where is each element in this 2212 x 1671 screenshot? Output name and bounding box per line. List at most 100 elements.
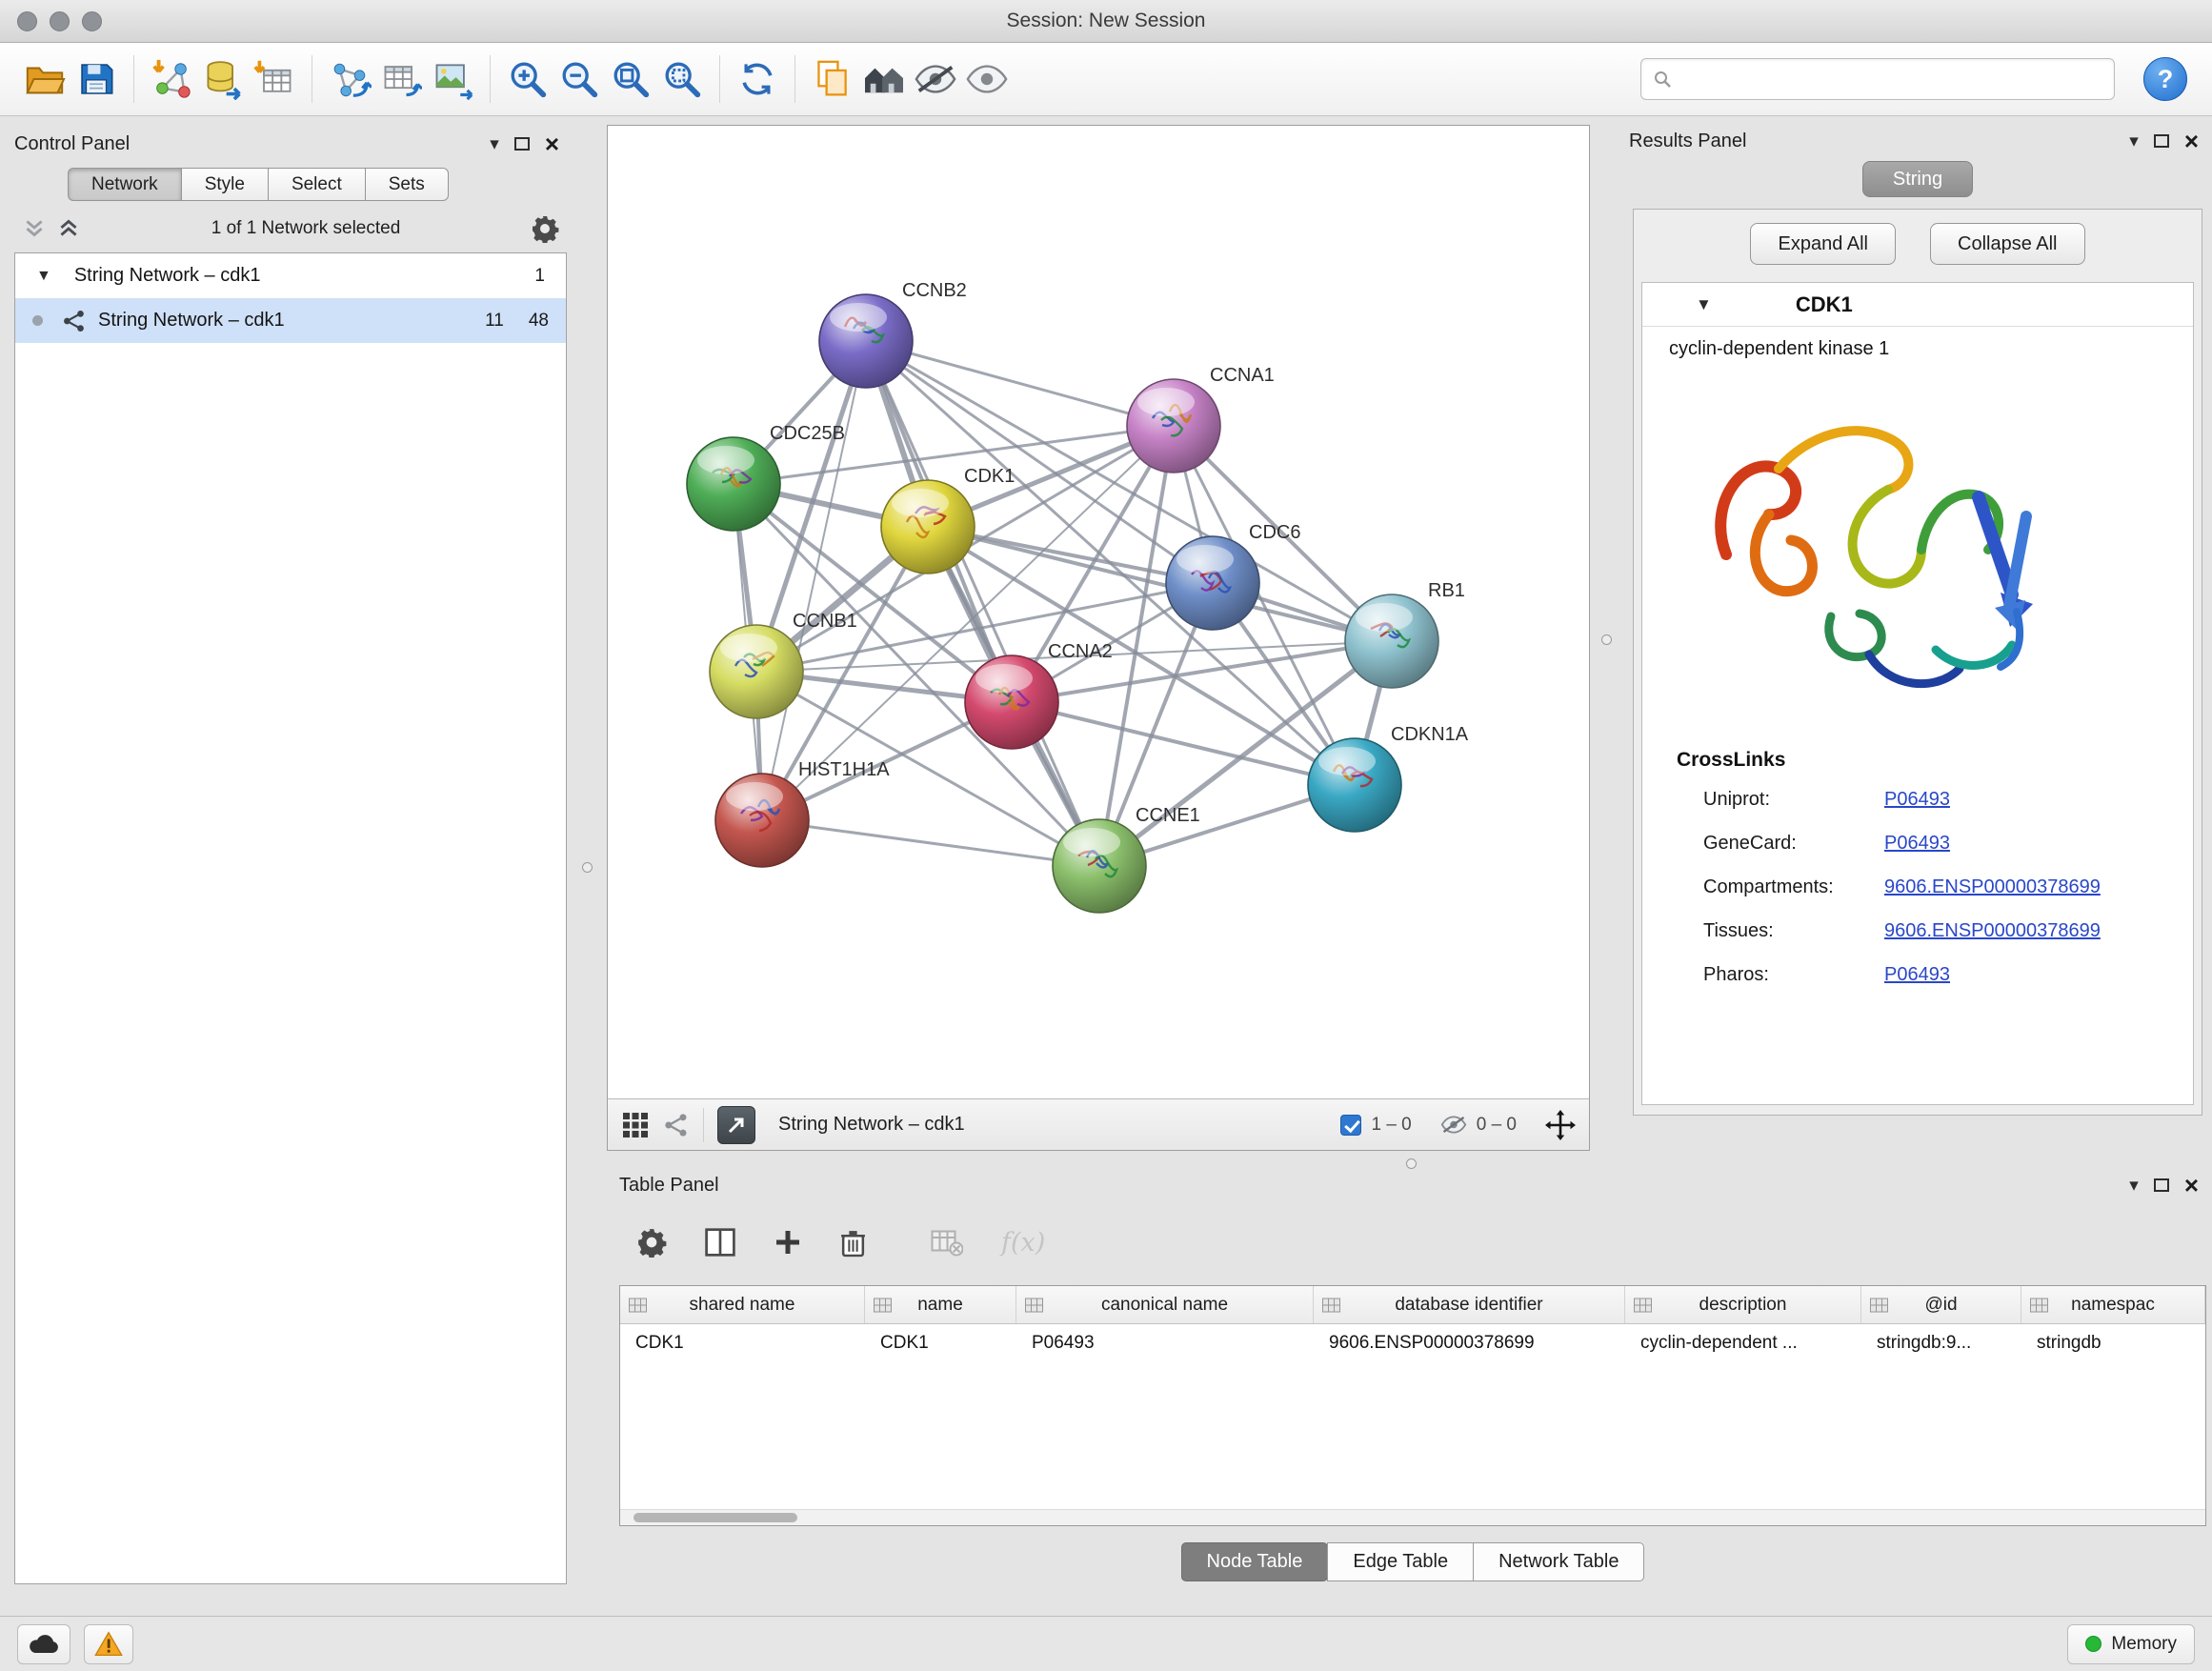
results-tab-string[interactable]: String xyxy=(1862,161,1973,197)
table-cell[interactable]: stringdb xyxy=(2021,1324,2205,1362)
collapse-all-button[interactable]: Collapse All xyxy=(1930,223,2085,265)
warnings-button[interactable] xyxy=(84,1624,133,1664)
selected-checkbox-icon[interactable] xyxy=(1340,1115,1361,1136)
tab-network[interactable]: Network xyxy=(68,168,182,201)
crosslink-link[interactable]: P06493 xyxy=(1884,789,1950,811)
column-header-description[interactable]: description xyxy=(1625,1286,1861,1323)
table-cell[interactable]: 9606.ENSP00000378699 xyxy=(1314,1324,1625,1362)
network-node-CDK1[interactable]: CDK1 xyxy=(881,466,1015,574)
export-table-button[interactable] xyxy=(375,52,427,106)
fit-content-button[interactable] xyxy=(1545,1110,1576,1140)
column-header-name[interactable]: name xyxy=(865,1286,1016,1323)
table-cell[interactable]: CDK1 xyxy=(620,1324,865,1362)
column-header--id[interactable]: @id xyxy=(1861,1286,2021,1323)
save-session-button[interactable] xyxy=(70,52,122,106)
crosslink-row: Uniprot:P06493 xyxy=(1642,777,2193,821)
network-options-button[interactable] xyxy=(531,214,559,243)
panel-menu-icon[interactable]: ▾ xyxy=(2129,1175,2139,1197)
import-network-file-button[interactable] xyxy=(146,52,197,106)
open-in-browser-button[interactable] xyxy=(717,1106,755,1144)
section-collapse-icon[interactable]: ▼ xyxy=(1696,295,1712,314)
table-cell[interactable]: P06493 xyxy=(1016,1324,1314,1362)
network-node-RB1[interactable]: RB1 xyxy=(1345,580,1465,688)
zoom-in-button[interactable] xyxy=(502,52,553,106)
close-panel-icon[interactable]: × xyxy=(2184,131,2199,151)
zoom-window-button[interactable] xyxy=(82,11,102,31)
help-button[interactable]: ? xyxy=(2143,57,2187,101)
table-row[interactable]: CDK1CDK1P064939606.ENSP00000378699cyclin… xyxy=(620,1324,2205,1362)
network-edge[interactable] xyxy=(762,820,1099,866)
memory-button[interactable]: Memory xyxy=(2067,1624,2195,1664)
column-header-shared-name[interactable]: shared name xyxy=(620,1286,865,1323)
tab-network-table[interactable]: Network Table xyxy=(1473,1542,1644,1581)
crosslink-link[interactable]: 9606.ENSP00000378699 xyxy=(1884,920,2101,942)
network-graph[interactable]: CCNB2CCNA1CDC25BCDK1CDC6RB1CCNB1CCNA2CDK… xyxy=(608,126,1589,1097)
table-cell[interactable]: stringdb:9... xyxy=(1861,1324,2021,1362)
table-cell[interactable]: CDK1 xyxy=(865,1324,1016,1362)
delete-column-button[interactable] xyxy=(840,1228,866,1258)
zoom-selected-button[interactable] xyxy=(656,52,708,106)
panel-menu-icon[interactable]: ▾ xyxy=(2129,131,2139,152)
crosslink-link[interactable]: 9606.ENSP00000378699 xyxy=(1884,876,2101,898)
close-panel-icon[interactable]: × xyxy=(2184,1176,2199,1195)
open-session-button[interactable] xyxy=(19,52,70,106)
refresh-button[interactable] xyxy=(732,52,783,106)
column-header-namespac[interactable]: namespac xyxy=(2021,1286,2205,1323)
network-edge[interactable] xyxy=(866,341,1099,866)
collapse-all-networks-button[interactable] xyxy=(22,218,47,239)
network-node-CCNB2[interactable]: CCNB2 xyxy=(819,280,967,388)
home-button[interactable] xyxy=(858,52,910,106)
copy-button[interactable] xyxy=(807,52,858,106)
tab-sets[interactable]: Sets xyxy=(365,168,449,201)
tree-expand-icon[interactable]: ▼ xyxy=(36,268,51,285)
import-network-database-button[interactable] xyxy=(197,52,249,106)
scrollbar-thumb[interactable] xyxy=(633,1513,797,1522)
splitter-handle[interactable] xyxy=(1406,1158,1417,1169)
panel-menu-icon[interactable]: ▾ xyxy=(490,133,499,155)
birds-eye-view-button[interactable] xyxy=(621,1111,650,1139)
column-header-database-identifier[interactable]: database identifier xyxy=(1314,1286,1625,1323)
float-panel-icon[interactable] xyxy=(2154,1178,2169,1192)
crosslink-link[interactable]: P06493 xyxy=(1884,964,1950,986)
zoom-fit-button[interactable] xyxy=(605,52,656,106)
horizontal-scrollbar[interactable] xyxy=(620,1509,2205,1525)
column-header-canonical-name[interactable]: canonical name xyxy=(1016,1286,1314,1323)
search-box[interactable] xyxy=(1640,58,2115,100)
tab-select[interactable]: Select xyxy=(268,168,366,201)
tab-node-table[interactable]: Node Table xyxy=(1181,1542,1329,1581)
float-panel-icon[interactable] xyxy=(2154,134,2169,148)
expand-all-networks-button[interactable] xyxy=(56,218,81,239)
network-edge[interactable] xyxy=(762,341,866,820)
network-node-CCNB1[interactable]: CCNB1 xyxy=(710,611,857,718)
hide-selected-button[interactable] xyxy=(910,52,961,106)
expand-all-button[interactable]: Expand All xyxy=(1750,223,1896,265)
float-panel-icon[interactable] xyxy=(514,137,530,151)
network-node-HIST1H1A[interactable]: HIST1H1A xyxy=(715,759,890,867)
tab-edge-table[interactable]: Edge Table xyxy=(1327,1542,1474,1581)
search-input[interactable] xyxy=(1681,69,2102,90)
minimize-window-button[interactable] xyxy=(50,11,70,31)
network-node-CCNA1[interactable]: CCNA1 xyxy=(1127,365,1275,473)
network-row-selected[interactable]: String Network – cdk1 11 48 xyxy=(15,298,566,343)
table-options-button[interactable] xyxy=(636,1227,667,1258)
create-column-button[interactable] xyxy=(774,1228,802,1257)
show-graphics-details-button[interactable] xyxy=(961,52,1013,106)
close-window-button[interactable] xyxy=(17,11,37,31)
zoom-out-button[interactable] xyxy=(553,52,605,106)
close-panel-icon[interactable]: × xyxy=(545,134,559,153)
tab-style[interactable]: Style xyxy=(181,168,269,201)
network-canvas[interactable]: CCNB2CCNA1CDC25BCDK1CDC6RB1CCNB1CCNA2CDK… xyxy=(608,126,1589,1098)
results-tab-label: String xyxy=(1893,169,1942,191)
show-columns-button[interactable] xyxy=(705,1228,735,1257)
export-network-button[interactable] xyxy=(324,52,375,106)
splitter-handle[interactable] xyxy=(582,862,593,873)
string-view-button[interactable] xyxy=(663,1112,690,1138)
cloud-status-button[interactable] xyxy=(17,1624,70,1664)
table-cell[interactable]: cyclin-dependent ... xyxy=(1625,1324,1861,1362)
splitter-handle[interactable] xyxy=(1601,634,1612,645)
crosslink-link[interactable]: P06493 xyxy=(1884,833,1950,855)
export-image-button[interactable] xyxy=(427,52,478,106)
import-table-file-button[interactable] xyxy=(249,52,300,106)
network-collection-row[interactable]: ▼ String Network – cdk1 1 xyxy=(15,253,566,298)
gene-section-header[interactable]: ▼ CDK1 xyxy=(1642,283,2193,327)
